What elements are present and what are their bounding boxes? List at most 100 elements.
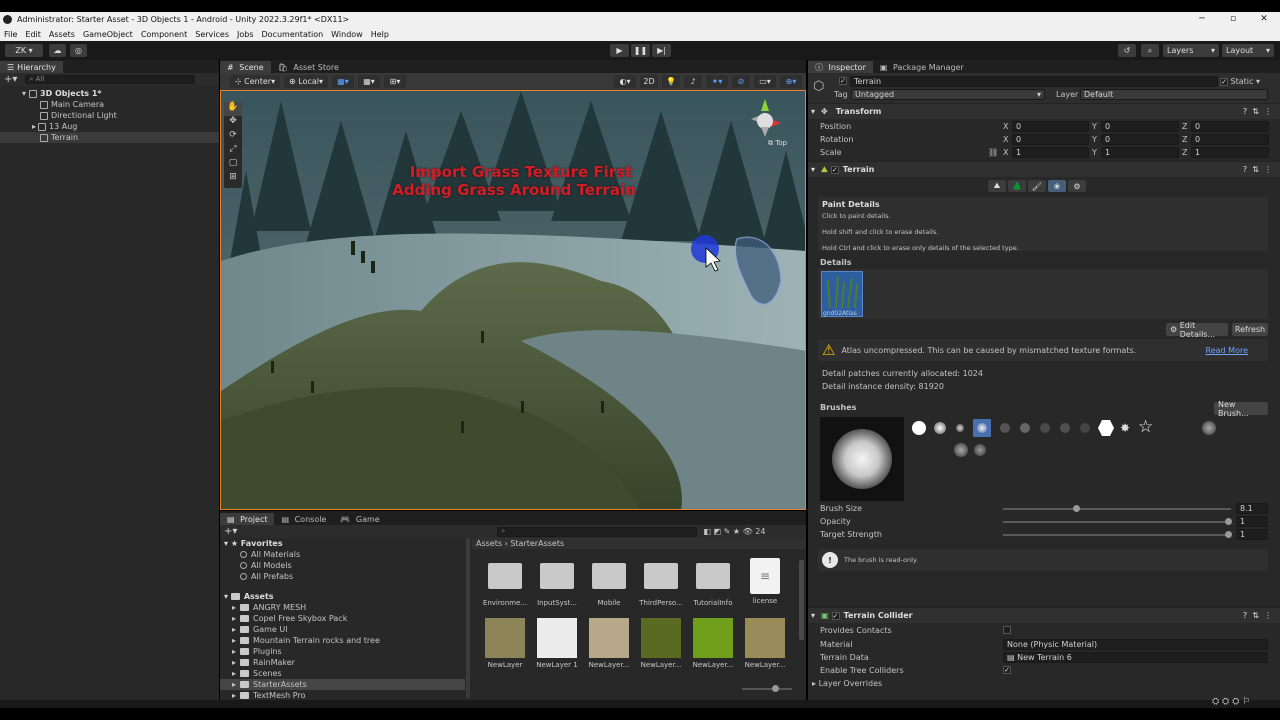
asset-terrain-layer[interactable]: NewLayer...: [742, 618, 788, 669]
asset-folder-item[interactable]: ▸ Scenes: [220, 668, 465, 679]
slider-knob[interactable]: [1225, 518, 1232, 525]
static-toggle[interactable]: ✓ Static ▾: [1220, 77, 1260, 86]
tree-scrollbar[interactable]: [466, 538, 470, 698]
menu-edit[interactable]: Edit: [21, 30, 45, 39]
opacity-slider[interactable]: [1003, 518, 1232, 525]
tab-package-manager[interactable]: ▣ Package Manager: [873, 61, 971, 73]
brush-splat-icon[interactable]: [1020, 423, 1030, 433]
tab-hierarchy[interactable]: ☰ Hierarchy: [0, 61, 63, 73]
tab-asset-store[interactable]: 🛍 Asset Store: [271, 61, 346, 73]
active-checkbox[interactable]: ✓: [839, 77, 847, 85]
brush-hard-icon[interactable]: [912, 421, 926, 435]
terrain-data-field[interactable]: ▤ New Terrain 6: [1003, 652, 1268, 663]
transform-tool-icon[interactable]: ⊞: [224, 172, 242, 186]
thumbnail-size-slider[interactable]: [742, 685, 792, 692]
terrain-settings-icon[interactable]: ⚙: [1068, 180, 1086, 192]
effects-icon[interactable]: ✦▾: [706, 75, 728, 88]
brush-hexagon-icon[interactable]: [1098, 420, 1114, 436]
collider-enabled-checkbox[interactable]: ✓: [831, 611, 840, 620]
asset-folder-item[interactable]: ▸ Copel Free Skybox Pack: [220, 613, 465, 624]
asset-folder-item[interactable]: ▸ Mountain Terrain rocks and tree: [220, 635, 465, 646]
tab-project[interactable]: ▤ Project: [220, 513, 275, 525]
maximize-icon[interactable]: ▫: [1217, 12, 1249, 27]
asset-terrain-layer[interactable]: NewLayer...: [638, 618, 684, 669]
menu-jobs[interactable]: Jobs: [233, 30, 258, 39]
link-scale-icon[interactable]: ⛓: [988, 148, 998, 157]
brush-size-slider[interactable]: [1003, 505, 1231, 512]
pause-button[interactable]: ❚❚: [631, 44, 650, 57]
brush-star-outline-icon[interactable]: ☆: [1138, 417, 1153, 437]
increment-snap-icon[interactable]: ⊞▾: [384, 75, 406, 88]
transform-header[interactable]: ▾ ✥ Transform ? ⇅ ⋮: [808, 103, 1280, 119]
hierarchy-search-input[interactable]: ⌕ All: [25, 74, 196, 84]
lighting-icon[interactable]: 💡: [662, 75, 680, 88]
asset-scrollbar[interactable]: [799, 560, 804, 640]
scale-x-field[interactable]: 1: [1012, 147, 1089, 158]
position-x-field[interactable]: 0: [1012, 121, 1089, 132]
tag-dropdown[interactable]: Untagged ▾: [851, 89, 1045, 100]
project-search-input[interactable]: ⌕: [497, 526, 698, 537]
assets-header[interactable]: ▾ Assets: [220, 591, 465, 602]
brush-grass-icon[interactable]: [1080, 423, 1090, 433]
asset-terrain-layer[interactable]: NewLayer: [482, 618, 528, 669]
brush-star-filled-icon[interactable]: ✸: [1120, 421, 1130, 435]
rect-tool-icon[interactable]: ▢: [224, 158, 242, 172]
camera-icon[interactable]: ▭▾: [754, 75, 776, 88]
breadcrumb-item[interactable]: StarterAssets: [510, 539, 564, 548]
tab-console[interactable]: ▤ Console: [274, 513, 333, 525]
history-icon[interactable]: ↺: [1118, 44, 1136, 57]
enable-tree-colliders-checkbox[interactable]: ✓: [1003, 666, 1011, 674]
grid-snap-icon[interactable]: ▦▾: [332, 75, 354, 88]
asset-folder-item[interactable]: ▸ Game UI: [220, 624, 465, 635]
draw-mode-icon[interactable]: ◐▾: [614, 75, 636, 88]
asset-folder[interactable]: Environme...: [482, 563, 528, 607]
brush-cloud-icon[interactable]: [1202, 421, 1216, 435]
provides-contacts-checkbox[interactable]: [1003, 626, 1011, 634]
terrain-header[interactable]: ▾ ⛰ ✓ Terrain ? ⇅ ⋮: [808, 161, 1280, 177]
brush-noise-icon[interactable]: [1000, 423, 1010, 433]
mode-2d-button[interactable]: 2D: [640, 75, 658, 88]
menu-services[interactable]: Services: [191, 30, 233, 39]
terrain-enabled-checkbox[interactable]: ✓: [830, 165, 839, 174]
asset-terrain-layer[interactable]: NewLayer...: [690, 618, 736, 669]
minimize-icon[interactable]: ─: [1186, 12, 1218, 27]
favorite-item[interactable]: All Models: [220, 560, 465, 571]
status-icons[interactable]: ⛭ ⛭ ⛭ ⚐: [1212, 697, 1250, 707]
scene-viewport[interactable]: Import Grass Texture First Adding Grass …: [220, 90, 806, 510]
menu-assets[interactable]: Assets: [45, 30, 79, 39]
object-name-field[interactable]: Terrain: [850, 76, 1218, 87]
rotation-y-field[interactable]: 0: [1101, 134, 1179, 145]
brush-texture-icon[interactable]: [1040, 423, 1050, 433]
favorite-item[interactable]: All Prefabs: [220, 571, 465, 582]
orientation-gizmo[interactable]: ⧉ Top: [743, 97, 787, 147]
component-menu-icons[interactable]: ? ⇅ ⋮: [1243, 165, 1272, 174]
asset-terrain-layer[interactable]: NewLayer...: [586, 618, 632, 669]
menu-window[interactable]: Window: [327, 30, 367, 39]
layer-overrides-row[interactable]: ▸ Layer Overrides: [812, 679, 882, 688]
favorite-item[interactable]: All Materials: [220, 549, 465, 560]
close-icon[interactable]: ✕: [1248, 12, 1280, 27]
asset-folder-item-selected[interactable]: ▸ StarterAssets: [220, 679, 465, 690]
hand-tool-icon[interactable]: ✋: [224, 102, 242, 116]
read-more-link[interactable]: Read More: [1206, 346, 1248, 355]
paint-trees-icon[interactable]: 🌲: [1008, 180, 1026, 192]
target-strength-field[interactable]: 1: [1236, 529, 1268, 540]
paint-texture-icon[interactable]: 🖌: [1028, 180, 1046, 192]
menu-help[interactable]: Help: [367, 30, 393, 39]
position-y-field[interactable]: 0: [1101, 121, 1179, 132]
asset-folder-item[interactable]: ▸ RainMaker: [220, 657, 465, 668]
asset-folder[interactable]: TutorialInfo: [690, 563, 736, 607]
new-brush-button[interactable]: New Brush...: [1214, 400, 1268, 418]
menu-documentation[interactable]: Documentation: [258, 30, 328, 39]
edit-details-button[interactable]: ⚙ Edit Details...: [1166, 321, 1228, 339]
brush-size-field[interactable]: 8.1: [1236, 503, 1268, 514]
brush-soft-icon[interactable]: [934, 422, 946, 434]
menu-gameobject[interactable]: GameObject: [79, 30, 137, 39]
visibility-icon[interactable]: ⊘: [732, 75, 750, 88]
hierarchy-item-13-aug[interactable]: ▸ 13 Aug: [0, 121, 219, 132]
refresh-button[interactable]: Refresh: [1232, 323, 1268, 336]
step-button[interactable]: ▶|: [652, 44, 671, 57]
asset-license[interactable]: ≡ license: [742, 558, 788, 605]
scale-z-field[interactable]: 1: [1191, 147, 1269, 158]
menu-component[interactable]: Component: [137, 30, 191, 39]
